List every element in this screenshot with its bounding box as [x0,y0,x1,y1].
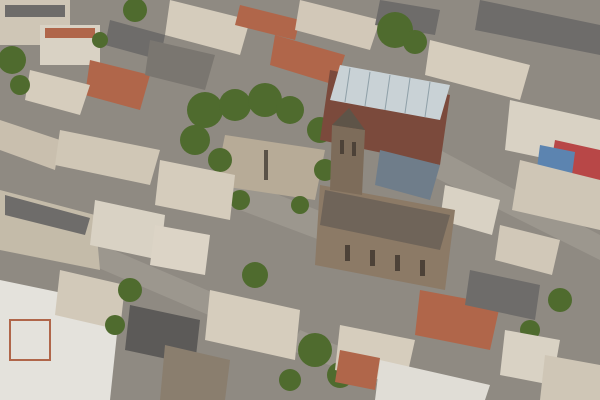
aerial-city-photo [0,0,600,400]
square-monument [264,150,268,180]
church-tower [330,125,365,195]
